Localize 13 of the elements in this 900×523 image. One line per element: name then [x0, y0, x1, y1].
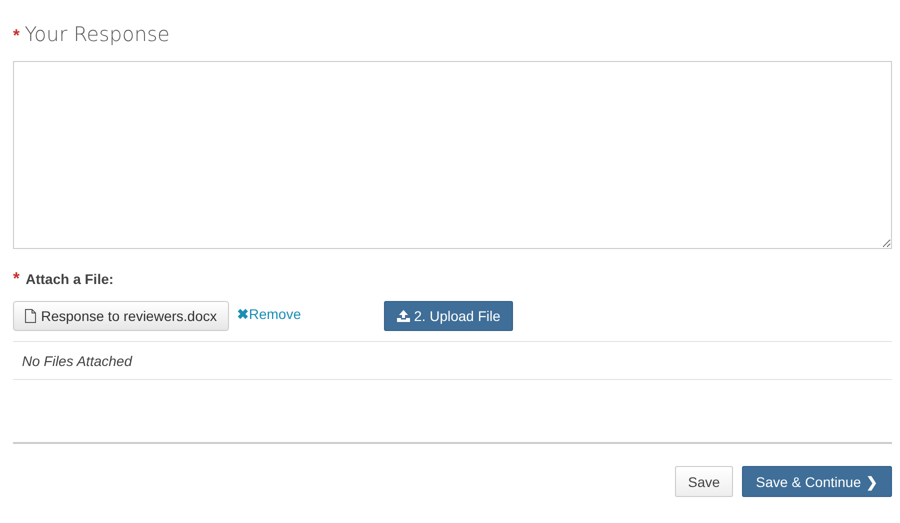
- upload-icon: [397, 310, 410, 322]
- field-label: Your Response: [24, 22, 170, 46]
- required-marker: *: [13, 26, 20, 46]
- save-continue-button[interactable]: Save & Continue ❯: [742, 466, 892, 497]
- field-label: Attach a File:: [26, 271, 114, 287]
- empty-message: No Files Attached: [21, 352, 132, 368]
- document-icon: [25, 309, 36, 323]
- response-field[interactable]: [13, 61, 892, 249]
- file-button[interactable]: Response to reviewers.docx: [13, 301, 229, 331]
- upload-button[interactable]: 2. Upload File: [384, 301, 514, 331]
- remove-link[interactable]: ✖Remove: [236, 306, 302, 322]
- save-button[interactable]: Save: [675, 466, 733, 497]
- required-marker: *: [13, 269, 20, 289]
